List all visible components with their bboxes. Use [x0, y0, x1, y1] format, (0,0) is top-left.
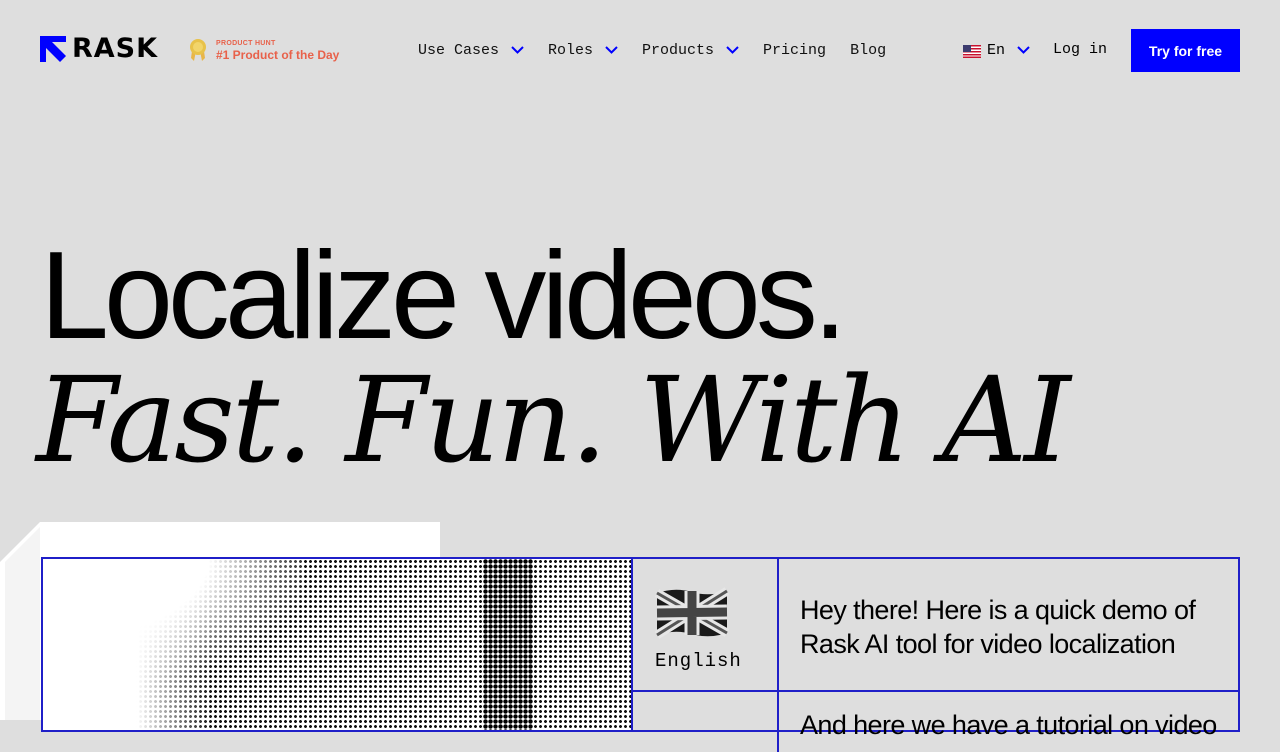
- hero-subheadline: Fast. Fun. With AI: [36, 351, 1071, 489]
- transcript-text-row-2: And here we have a tutorial on video: [800, 710, 1217, 740]
- chevron-down-icon: [1017, 46, 1030, 54]
- rask-logo[interactable]: RASK: [40, 33, 159, 64]
- video-player[interactable]: [43, 559, 633, 730]
- logo-arrow-icon: [40, 36, 66, 62]
- badge-eyebrow: PRODUCT HUNT: [216, 39, 276, 47]
- language-label: En: [987, 41, 1006, 59]
- nav-label: Blog: [850, 41, 887, 59]
- product-hunt-badge[interactable]: PRODUCT HUNT #1 Product of the Day: [188, 38, 339, 62]
- hero-headline: Localize videos.: [40, 227, 847, 365]
- chevron-down-icon: [605, 46, 618, 54]
- source-language-label: English: [655, 650, 742, 672]
- nav-pricing[interactable]: Pricing: [763, 40, 826, 60]
- halftone-shadow: [483, 559, 533, 730]
- medal-icon: [190, 39, 206, 61]
- chevron-down-icon: [511, 46, 524, 54]
- chevron-down-icon: [726, 46, 739, 54]
- transcript-text: Hey there! Here is a quick demo of Rask …: [800, 595, 1196, 659]
- badge-title: #1 Product of the Day: [216, 47, 340, 62]
- nav-label: Roles: [548, 41, 594, 59]
- transcript-cell: Hey there! Here is a quick demo of Rask …: [779, 559, 1238, 692]
- nav-label: Pricing: [763, 41, 827, 59]
- uk-flag-icon: [655, 587, 729, 639]
- language-cell-row-2: [633, 692, 779, 752]
- nav-use-cases[interactable]: Use Cases: [418, 40, 524, 60]
- language-selector[interactable]: En: [963, 40, 1030, 60]
- nav-blog[interactable]: Blog: [850, 40, 886, 60]
- demo-panel: English Hey there! Here is a quick demo …: [41, 557, 1240, 752]
- main-nav: Use Cases Roles Products Pricing Blog: [418, 40, 910, 60]
- us-flag-icon: [963, 44, 981, 58]
- transcript-cell-row-2: And here we have a tutorial on video: [779, 692, 1238, 752]
- try-for-free-button[interactable]: Try for free: [1131, 29, 1240, 72]
- nav-label: Use Cases: [418, 41, 500, 59]
- nav-products[interactable]: Products: [642, 40, 739, 60]
- halftone-highlight: [43, 559, 303, 689]
- login-link[interactable]: Log in: [1053, 40, 1107, 60]
- nav-label: Products: [642, 41, 715, 59]
- nav-roles[interactable]: Roles: [548, 40, 618, 60]
- language-cell: English: [633, 559, 779, 692]
- logo-wordmark: RASK: [72, 33, 159, 64]
